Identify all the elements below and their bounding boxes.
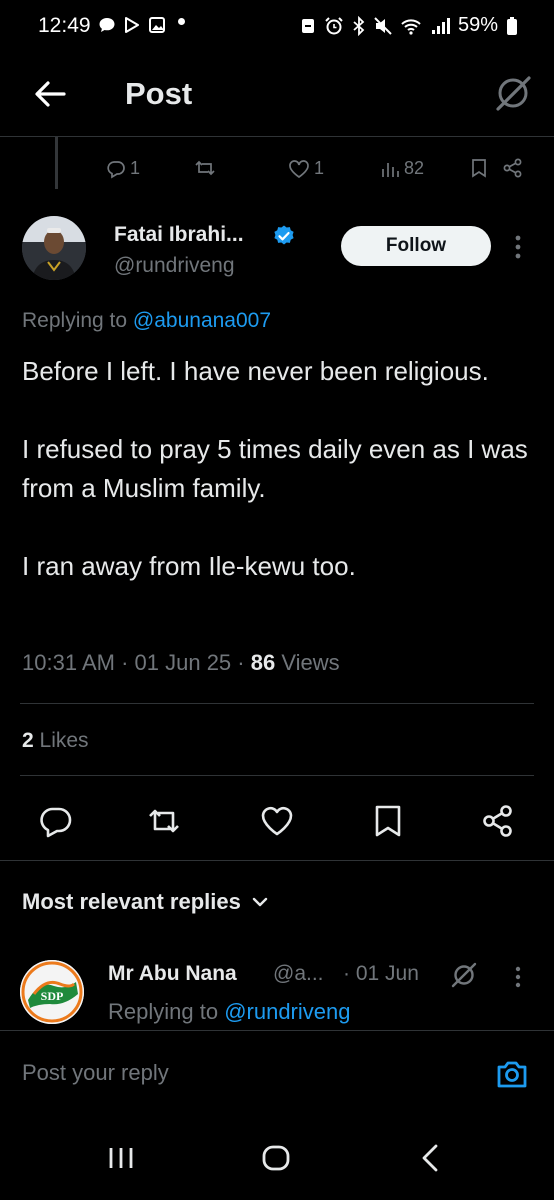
- replies-sort-label: Most relevant replies: [22, 889, 241, 914]
- parent-reply-button[interactable]: 1: [106, 158, 140, 179]
- reply-avatar[interactable]: SDP: [20, 960, 84, 1024]
- composer-divider: [0, 1030, 554, 1031]
- meta-separator: ·: [121, 650, 129, 675]
- parent-share-button[interactable]: [503, 158, 523, 178]
- camera-icon[interactable]: [494, 1056, 530, 1092]
- heart-icon: [261, 806, 293, 836]
- bookmark-icon: [375, 805, 401, 837]
- replies-sort-dropdown[interactable]: Most relevant replies: [22, 889, 269, 915]
- reply-more-options-icon[interactable]: [512, 965, 524, 989]
- tweet-meta: 10:31 AM · 01 Jun 25 · 86 Views: [22, 650, 340, 676]
- parent-views-button[interactable]: 82: [380, 158, 424, 179]
- bookmark-icon: [470, 158, 488, 178]
- reply-replying-prefix: Replying to: [108, 999, 225, 1024]
- status-right: 59%: [300, 14, 518, 37]
- status-left-icons: [98, 16, 166, 34]
- chat-bubble-icon: [98, 16, 116, 34]
- home-icon[interactable]: [258, 1140, 294, 1176]
- parent-like-button[interactable]: 1: [288, 158, 324, 179]
- views-icon: [380, 159, 400, 179]
- alarm-icon: [324, 16, 344, 36]
- bookmark-button[interactable]: [370, 803, 406, 839]
- mute-icon: [374, 16, 392, 36]
- more-options-icon[interactable]: [512, 234, 524, 260]
- tweet-date: 01 Jun 25: [134, 650, 232, 675]
- parent-reply-count: 1: [130, 158, 141, 178]
- dnd-icon: [300, 16, 316, 36]
- divider: [20, 703, 534, 704]
- grok-icon[interactable]: [450, 961, 478, 989]
- notification-dot: [178, 18, 185, 25]
- likes-label: Likes: [39, 729, 89, 752]
- repost-icon: [194, 158, 216, 178]
- parent-bookmark-button[interactable]: [470, 158, 488, 178]
- replying-prefix: Replying to: [22, 309, 133, 332]
- reply-icon: [106, 159, 126, 179]
- views-count: 86: [250, 650, 276, 675]
- reply-avatar-text: SDP: [41, 989, 64, 1003]
- likes-link[interactable]: 2 Likes: [22, 729, 89, 753]
- author-handle[interactable]: @rundriveng: [114, 254, 235, 278]
- tweet-time: 10:31 AM: [22, 650, 115, 675]
- reply-clip: [0, 1028, 554, 1052]
- gallery-icon: [148, 16, 166, 34]
- heart-icon: [288, 159, 310, 179]
- replying-to: Replying to @abunana007: [22, 309, 271, 333]
- recent-apps-icon[interactable]: [103, 1140, 139, 1176]
- reply-date: · 01 Jun: [343, 962, 419, 985]
- share-icon: [503, 158, 523, 178]
- author-avatar[interactable]: [22, 216, 86, 280]
- status-bar: 12:49 59%: [0, 0, 554, 54]
- reply-replying-to: Replying to @rundriveng: [108, 999, 350, 1025]
- reply-input[interactable]: Post your reply: [22, 1060, 169, 1086]
- chevron-down-icon: [251, 893, 269, 911]
- thread-line: [55, 137, 58, 189]
- parent-like-count: 1: [314, 158, 325, 178]
- follow-button[interactable]: Follow: [341, 226, 491, 266]
- share-icon: [483, 805, 512, 837]
- author-name[interactable]: Fatai Ibrahi...: [114, 223, 244, 247]
- battery-icon: [506, 16, 518, 36]
- verified-badge-icon: [272, 224, 296, 248]
- page-title: Post: [125, 76, 193, 111]
- divider: [20, 775, 534, 776]
- like-button[interactable]: [259, 803, 295, 839]
- reply-icon: [40, 807, 72, 838]
- tweet-text: Before I left. I have never been religio…: [22, 356, 528, 581]
- signal-icon: [430, 16, 450, 36]
- header-divider: [0, 136, 554, 137]
- meta-separator-2: ·: [237, 650, 245, 675]
- bluetooth-icon: [352, 15, 366, 36]
- wifi-icon: [400, 16, 422, 36]
- parent-repost-button[interactable]: [194, 158, 220, 178]
- reply-author-name[interactable]: Mr Abu Nana: [108, 962, 237, 986]
- back-arrow-icon[interactable]: [30, 74, 70, 114]
- views-label: Views: [281, 650, 340, 675]
- replying-mention-link[interactable]: @abunana007: [133, 309, 271, 332]
- section-divider: [0, 860, 554, 861]
- repost-button[interactable]: [146, 803, 182, 839]
- grok-icon[interactable]: [492, 72, 534, 114]
- likes-count: 2: [22, 729, 34, 752]
- reply-button[interactable]: [38, 803, 74, 839]
- reply-mention-link[interactable]: @rundriveng: [224, 999, 350, 1024]
- share-button[interactable]: [480, 803, 516, 839]
- parent-view-count: 82: [404, 158, 425, 178]
- repost-icon: [149, 809, 179, 833]
- back-nav-icon[interactable]: [413, 1140, 449, 1176]
- play-store-icon: [123, 16, 141, 34]
- battery-text: 59%: [457, 14, 498, 36]
- status-time: 12:49: [38, 14, 91, 37]
- reply-author-handle[interactable]: @a...: [273, 962, 324, 986]
